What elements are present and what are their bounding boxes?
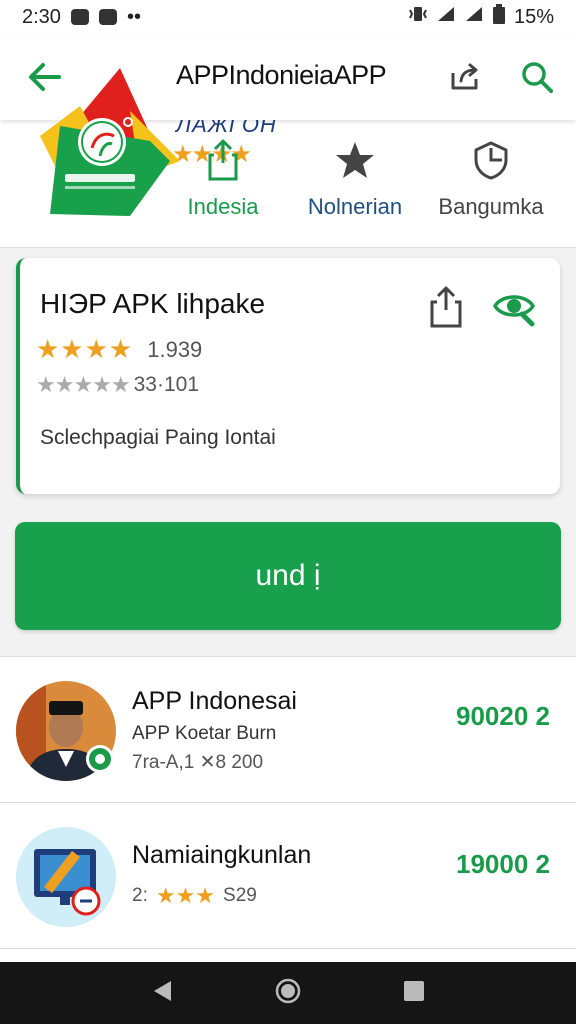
- page-title: APPIndonieiaAPP: [176, 60, 387, 90]
- star-icon: [336, 142, 374, 178]
- battery-percent: 15%: [513, 5, 554, 28]
- badge-icon: [89, 748, 111, 770]
- shield-icon: [474, 141, 508, 180]
- signal-icon: [436, 5, 456, 29]
- tab-label: Bangumka: [438, 194, 544, 219]
- verified-badge: [86, 745, 114, 773]
- notification-icon: [98, 9, 117, 25]
- search-button[interactable]: [512, 54, 562, 100]
- share-icon: [451, 63, 478, 90]
- app-logo: [20, 66, 190, 226]
- eye-search-icon: [492, 295, 536, 327]
- app-info-card: HIЭP APK lihpake ★★★★ 1.939 ★★★★★ 33·101…: [16, 258, 560, 494]
- list-item-price: 19000 2: [456, 849, 550, 879]
- rating-row: ★★★★ 1.939: [36, 334, 202, 365]
- signal-icon: [464, 5, 484, 29]
- list-item-meta: 2: ★★★ S29: [132, 883, 257, 909]
- list-item-name: Namiaingkunlan: [132, 841, 312, 869]
- notification-icon: [70, 9, 89, 25]
- list-item[interactable]: Namiaingkunlan 2: ★★★ S29 19000 2: [0, 803, 576, 949]
- status-time: 2:30: [22, 5, 61, 28]
- primary-action-button[interactable]: und ị: [15, 522, 561, 630]
- system-nav-bar: [0, 962, 576, 1024]
- app-list: APP Indonesai APP Koetar Burn 7ra-A,1 ✕8…: [0, 656, 576, 962]
- rating-value: 1.939: [147, 336, 203, 362]
- list-item-name: APP Indonesai: [132, 687, 297, 715]
- notification-icons: ••: [70, 5, 141, 29]
- tab-label: Indesia: [187, 194, 259, 219]
- rating-stars: ★★★★★: [36, 372, 131, 397]
- list-item[interactable]: APP Indonesai APP Koetar Burn 7ra-A,1 ✕8…: [0, 657, 576, 803]
- rating-count-row: ★★★★★ 33·101: [36, 372, 199, 398]
- search-icon: [522, 62, 553, 93]
- card-watch-button[interactable]: [492, 288, 538, 328]
- card-share-button[interactable]: [428, 286, 468, 330]
- share-button[interactable]: [440, 54, 490, 100]
- meta-prefix: 2:: [132, 885, 148, 906]
- card-description: Sclechpagiai Paing Iontai: [40, 426, 276, 449]
- status-bar: 2:30 •• 15%: [0, 0, 576, 34]
- back-triangle-icon: [154, 980, 171, 1001]
- vibrate-icon: [408, 5, 428, 29]
- nav-recents-button[interactable]: [403, 980, 425, 1007]
- share-icon: [430, 286, 462, 328]
- card-title: HIЭP APK lihpake: [40, 288, 266, 319]
- rating-stars: ★★★★: [36, 334, 134, 364]
- meta-suffix: S29: [223, 885, 257, 906]
- nav-back-button[interactable]: [151, 979, 173, 1008]
- list-item-price: 90020 2: [456, 701, 550, 731]
- rating-count: 33·101: [133, 373, 200, 396]
- tab-nolnerian[interactable]: Nolnerian: [280, 136, 430, 228]
- tab-label: Nolnerian: [307, 194, 403, 219]
- share-icon: [208, 139, 238, 181]
- more-notifications-icon: ••: [126, 5, 141, 28]
- recents-square-icon: [404, 980, 424, 1001]
- tab-bangumka[interactable]: Bangumka: [416, 136, 566, 228]
- rating-stars: ★★★: [155, 883, 216, 908]
- app-icon: [16, 827, 116, 927]
- battery-icon: [492, 4, 506, 30]
- list-item-subtitle: APP Koetar Burn: [132, 723, 277, 744]
- home-circle-icon: [275, 978, 301, 1003]
- nav-home-button[interactable]: [275, 978, 301, 1009]
- list-item-meta: 7ra-A,1 ✕8 200: [132, 752, 264, 773]
